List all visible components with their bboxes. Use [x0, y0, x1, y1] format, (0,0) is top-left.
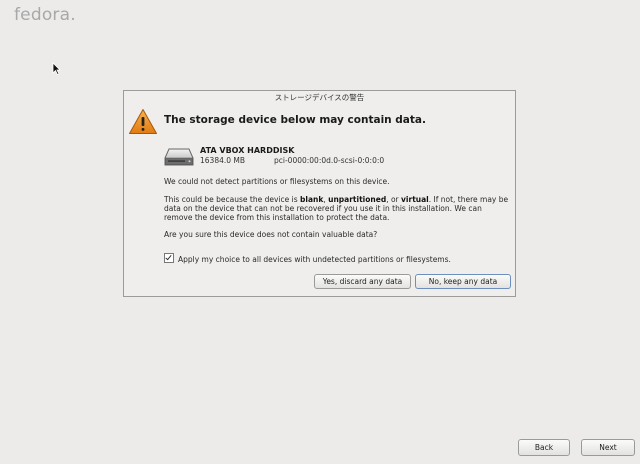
dialog-headline: The storage device below may contain dat…: [164, 114, 426, 126]
storage-warning-dialog: ストレージデバイスの警告 The storage device below ma…: [123, 90, 516, 297]
virtual-term: virtual: [401, 195, 429, 204]
apply-to-all-label[interactable]: Apply my choice to all devices with unde…: [178, 255, 451, 264]
warning-triangle-icon: [129, 109, 157, 134]
fedora-logo: fedora.: [14, 5, 76, 25]
hard-disk-icon: [164, 148, 194, 166]
device-name: ATA VBOX HARDDISK: [200, 146, 295, 155]
mouse-pointer-icon: [52, 62, 61, 75]
device-size: 16384.0 MB: [200, 156, 246, 165]
explanation-message: This could be because the device is blan…: [164, 195, 509, 222]
keep-data-button[interactable]: No, keep any data: [415, 274, 511, 289]
confirm-question: Are you sure this device does not contai…: [164, 230, 378, 239]
apply-to-all-row[interactable]: Apply my choice to all devices with unde…: [164, 253, 451, 264]
dialog-title: ストレージデバイスの警告: [274, 93, 365, 102]
no-partitions-message: We could not detect partitions or filesy…: [164, 177, 390, 186]
discard-data-button[interactable]: Yes, discard any data: [314, 274, 411, 289]
apply-to-all-checkbox[interactable]: [164, 253, 174, 263]
unpartitioned-term: unpartitioned: [328, 195, 387, 204]
device-path: pci-0000:00:0d.0-scsi-0:0:0:0: [274, 156, 385, 165]
blank-term: blank: [300, 195, 324, 204]
back-button[interactable]: Back: [518, 439, 570, 456]
next-button[interactable]: Next: [581, 439, 635, 456]
